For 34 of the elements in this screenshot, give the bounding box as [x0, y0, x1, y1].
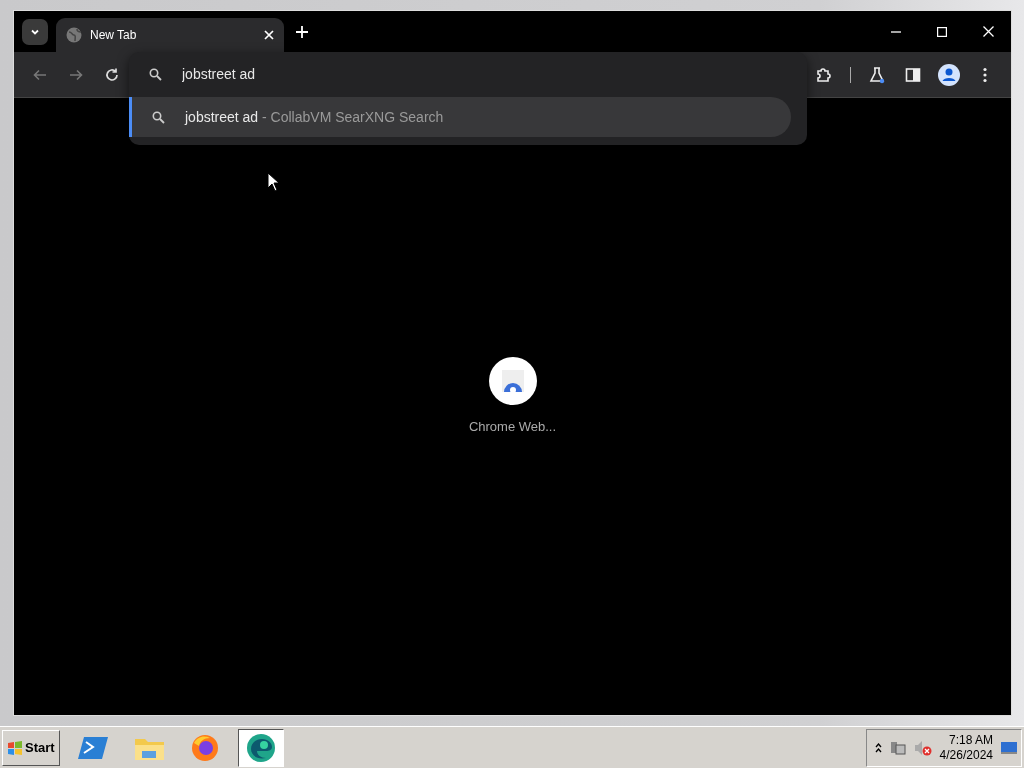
swirl-logo-icon: [245, 732, 276, 763]
search-icon: [149, 68, 162, 81]
taskbar-app-button[interactable]: [237, 728, 284, 767]
suggestion-row[interactable]: jobstreet ad - CollabVM SearXNG Search: [129, 97, 791, 137]
tab-search-button[interactable]: [22, 18, 48, 45]
clock-date: 4/26/2024: [939, 747, 993, 763]
maximize-icon: [937, 26, 947, 37]
tab-title: New Tab: [90, 27, 138, 44]
flask-icon: [868, 65, 886, 84]
windows-logo-icon: [7, 740, 23, 755]
clock-time: 7:18 AM: [948, 732, 993, 748]
close-tab-button[interactable]: [264, 30, 274, 40]
close-icon: [264, 30, 274, 40]
search-icon: [152, 110, 165, 124]
close-icon: [982, 26, 994, 37]
avatar-icon: [938, 63, 960, 86]
plus-icon: [296, 25, 308, 38]
fox-globe-icon: [189, 732, 220, 763]
start-button[interactable]: Start: [2, 729, 60, 766]
kebab-menu-icon: [983, 66, 987, 83]
browser-tab[interactable]: New Tab: [56, 18, 284, 52]
shortcut-label: Chrome Web...: [468, 417, 557, 436]
show-desktop-icon[interactable]: [1001, 740, 1017, 755]
shortcut-tile[interactable]: Chrome Web...: [462, 355, 563, 438]
suggestion-text: jobstreet ad - CollabVM SearXNG Search: [185, 107, 444, 127]
network-icon[interactable]: [889, 739, 906, 756]
muted-speaker-icon[interactable]: [913, 739, 932, 756]
puzzle-piece-icon: [815, 65, 833, 84]
minimize-icon: [891, 30, 901, 33]
chevron-up-icon[interactable]: [874, 742, 882, 753]
mouse-cursor-icon: [267, 172, 279, 192]
side-panel-icon: [905, 66, 921, 83]
reload-icon: [104, 66, 120, 83]
globe-icon: [66, 27, 82, 43]
